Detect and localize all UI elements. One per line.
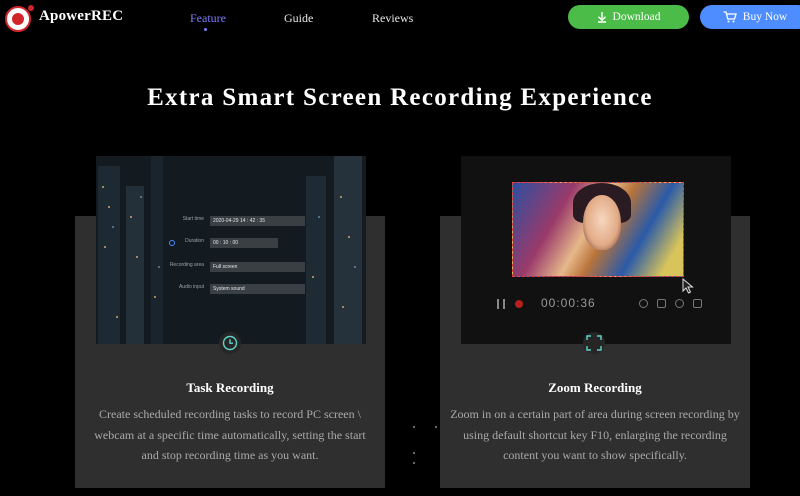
zoomed-artwork-image: [512, 182, 684, 277]
task-recording-title: Task Recording: [186, 380, 274, 395]
recording-toolbar: 00:00:36: [489, 294, 709, 314]
start-time-field[interactable]: 2020-04-29 14 : 42 : 35: [210, 216, 305, 226]
schedule-task-panel: Start time 2020-04-29 14 : 42 : 35 Durat…: [166, 208, 306, 308]
start-time-label: Start time: [182, 216, 204, 222]
nav-item-guide[interactable]: Guide: [284, 11, 313, 26]
nav-item-feature[interactable]: Feature: [190, 11, 226, 26]
duration-field[interactable]: 00 : 10 : 00: [210, 238, 278, 248]
mouse-cursor-icon: [682, 278, 694, 294]
site-header: ApowerREC Feature Guide Reviews Download…: [0, 0, 800, 36]
buy-now-button[interactable]: Buy Now: [700, 5, 800, 29]
nav-active-indicator: [204, 28, 207, 31]
recording-area-label: Recording area: [169, 262, 204, 268]
nav-item-reviews[interactable]: Reviews: [372, 11, 413, 26]
recording-area-field[interactable]: Full screen: [210, 262, 305, 272]
zoom-frame-icon: [583, 332, 605, 354]
stop-record-icon[interactable]: [515, 300, 523, 308]
zoom-recording-screenshot: 00:00:36: [461, 156, 731, 344]
carousel-dots: [411, 424, 437, 464]
zoom-recording-title: Zoom Recording: [548, 380, 642, 395]
camera-icon[interactable]: [675, 299, 684, 308]
record-logo-icon[interactable]: [5, 5, 34, 32]
duration-label: Duration: [185, 238, 204, 244]
download-button-label: Download: [612, 11, 661, 23]
task-recording-screenshot: Start time 2020-04-29 14 : 42 : 35 Durat…: [96, 156, 366, 344]
section-title: Extra Smart Screen Recording Experience: [147, 84, 653, 111]
annotate-icon[interactable]: [693, 299, 702, 308]
buy-now-button-label: Buy Now: [742, 11, 788, 23]
download-arrow-icon: [597, 12, 606, 23]
task-recording-description: Create scheduled recording tasks to reco…: [94, 407, 366, 462]
clock-icon: [219, 332, 241, 354]
download-button[interactable]: Download: [568, 5, 689, 29]
zoom-recording-description: Zoom in on a certain part of area during…: [450, 407, 740, 462]
brand-name[interactable]: ApowerREC: [39, 8, 123, 25]
cart-icon: [723, 11, 737, 23]
pause-icon[interactable]: [497, 299, 505, 309]
audio-input-field[interactable]: System sound: [210, 284, 305, 294]
zoom-tool-icon[interactable]: [639, 299, 648, 308]
recording-timer: 00:00:36: [541, 296, 596, 310]
audio-input-label: Audio input: [178, 284, 204, 290]
webcam-tool-icon[interactable]: [657, 299, 666, 308]
